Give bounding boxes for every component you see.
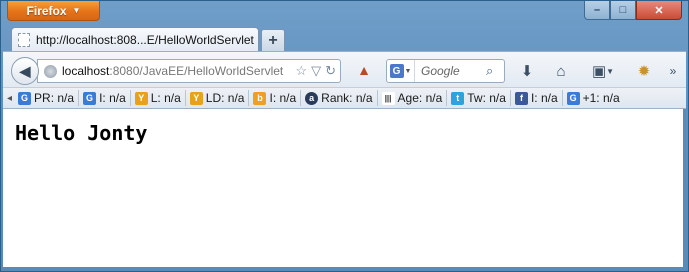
chevron-down-icon: ▼	[404, 67, 412, 75]
addon-button[interactable]: ✹	[633, 59, 655, 83]
addon-label: I: n/a	[530, 91, 558, 105]
firefox-menu-button[interactable]: Firefox ▼	[7, 1, 100, 21]
addon-label: I: n/a	[99, 91, 126, 105]
url-actions: ☆ ▽ ↻	[295, 63, 336, 79]
addon-label: L: n/a	[150, 91, 181, 105]
search-input[interactable]: Google	[415, 64, 486, 78]
addon-icon: Y	[134, 91, 148, 105]
download-icon: ⬇	[520, 63, 534, 80]
addon-icon: G	[566, 91, 580, 105]
url-host: localhost	[62, 64, 110, 78]
addon-icon: Y	[189, 91, 203, 105]
overflow-icon: »	[669, 64, 677, 78]
chevron-down-icon: ▼	[606, 66, 615, 76]
addon-label: Age: n/a	[397, 91, 443, 105]
url-path: :8080/JavaEE/HelloWorldServlet	[109, 64, 284, 78]
stamp-icon: ▲	[357, 62, 371, 78]
page-heading: Hello Jonty	[15, 121, 148, 145]
google-icon: G	[389, 64, 404, 78]
back-button[interactable]: ◀	[11, 57, 39, 85]
page-icon	[18, 32, 30, 47]
addon-icon: |||	[381, 91, 395, 105]
addon-icon: t	[451, 91, 465, 105]
browser-window: Firefox ▼ – □ ✕ http://localhost:808...E…	[0, 0, 689, 272]
addon-item[interactable]: t Tw: n/a	[447, 90, 511, 106]
firefox-menu-label: Firefox	[26, 3, 67, 18]
search-engine-selector[interactable]: G ▼	[387, 60, 415, 82]
tab-strip: http://localhost:808...E/HelloWorldServl…	[1, 25, 688, 51]
new-tab-button[interactable]: +	[261, 29, 285, 51]
page-action-button[interactable]: ▲	[353, 58, 375, 82]
addon-item[interactable]: G I: n/a	[79, 90, 131, 106]
addon-label: PR: n/a	[34, 91, 75, 105]
addon-item[interactable]: G PR: n/a	[14, 90, 80, 106]
overflow-button[interactable]: »	[663, 59, 683, 83]
addon-item[interactable]: Y L: n/a	[131, 90, 186, 106]
chevron-down-icon: ▼	[72, 6, 81, 15]
bookmarks-button[interactable]: ▣ ▼	[586, 59, 620, 83]
search-bar[interactable]: G ▼ Google ⌕	[386, 59, 505, 83]
addon-item[interactable]: ||| Age: n/a	[378, 90, 448, 106]
maximize-button[interactable]: □	[610, 1, 636, 20]
addon-item[interactable]: b I: n/a	[249, 90, 302, 106]
bookmarks-icon: ▣	[591, 63, 607, 80]
addon-label: I: n/a	[269, 91, 297, 105]
page-content: Hello Jonty	[3, 109, 683, 267]
addon-label: +1: n/a	[582, 91, 620, 105]
addon-toolbar: ◂ G PR: n/a G I: n/a Y L: n/a Y LD: n/a …	[3, 87, 686, 109]
address-bar[interactable]: localhost:8080/JavaEE/HelloWorldServlet …	[37, 59, 341, 83]
addon-item[interactable]: a Rank: n/a	[301, 90, 378, 106]
download-button[interactable]: ⬇	[517, 59, 537, 83]
addon-label: Rank: n/a	[321, 91, 373, 105]
window-controls: – □ ✕	[584, 1, 682, 20]
minimize-button[interactable]: –	[584, 1, 610, 20]
bookmark-star-icon[interactable]: ☆	[295, 63, 307, 79]
addon-icon: f	[514, 91, 528, 105]
addon-item[interactable]: f I: n/a	[511, 90, 563, 106]
tab-hello-world-servlet[interactable]: http://localhost:808...E/HelloWorldServl…	[11, 27, 259, 51]
history-dropdown-icon[interactable]: ▽	[311, 63, 321, 79]
addon-item[interactable]: G +1: n/a	[563, 90, 624, 106]
reload-icon[interactable]: ↻	[325, 63, 336, 79]
addon-icon: ✹	[637, 63, 651, 80]
title-bar: Firefox ▼ – □ ✕	[1, 1, 688, 25]
home-icon: ⌂	[556, 62, 566, 80]
home-button[interactable]: ⌂	[550, 59, 572, 83]
addon-icon: b	[253, 91, 267, 105]
tab-title: http://localhost:808...E/HelloWorldServl…	[36, 32, 254, 47]
addon-icon: G	[83, 91, 97, 105]
navigation-toolbar: localhost:8080/JavaEE/HelloWorldServlet …	[3, 51, 686, 87]
search-icon[interactable]: ⌕	[486, 63, 504, 79]
globe-icon	[44, 64, 57, 78]
scroll-left-icon[interactable]: ◂	[7, 93, 14, 104]
addon-item[interactable]: Y LD: n/a	[186, 90, 250, 106]
addon-label: LD: n/a	[205, 91, 245, 105]
window-frame-edge	[683, 109, 686, 267]
back-arrow-icon: ◀	[19, 62, 31, 79]
addon-label: Tw: n/a	[467, 91, 506, 105]
close-window-button[interactable]: ✕	[636, 1, 682, 20]
addon-icon: G	[18, 91, 32, 105]
addon-icon: a	[305, 91, 319, 105]
